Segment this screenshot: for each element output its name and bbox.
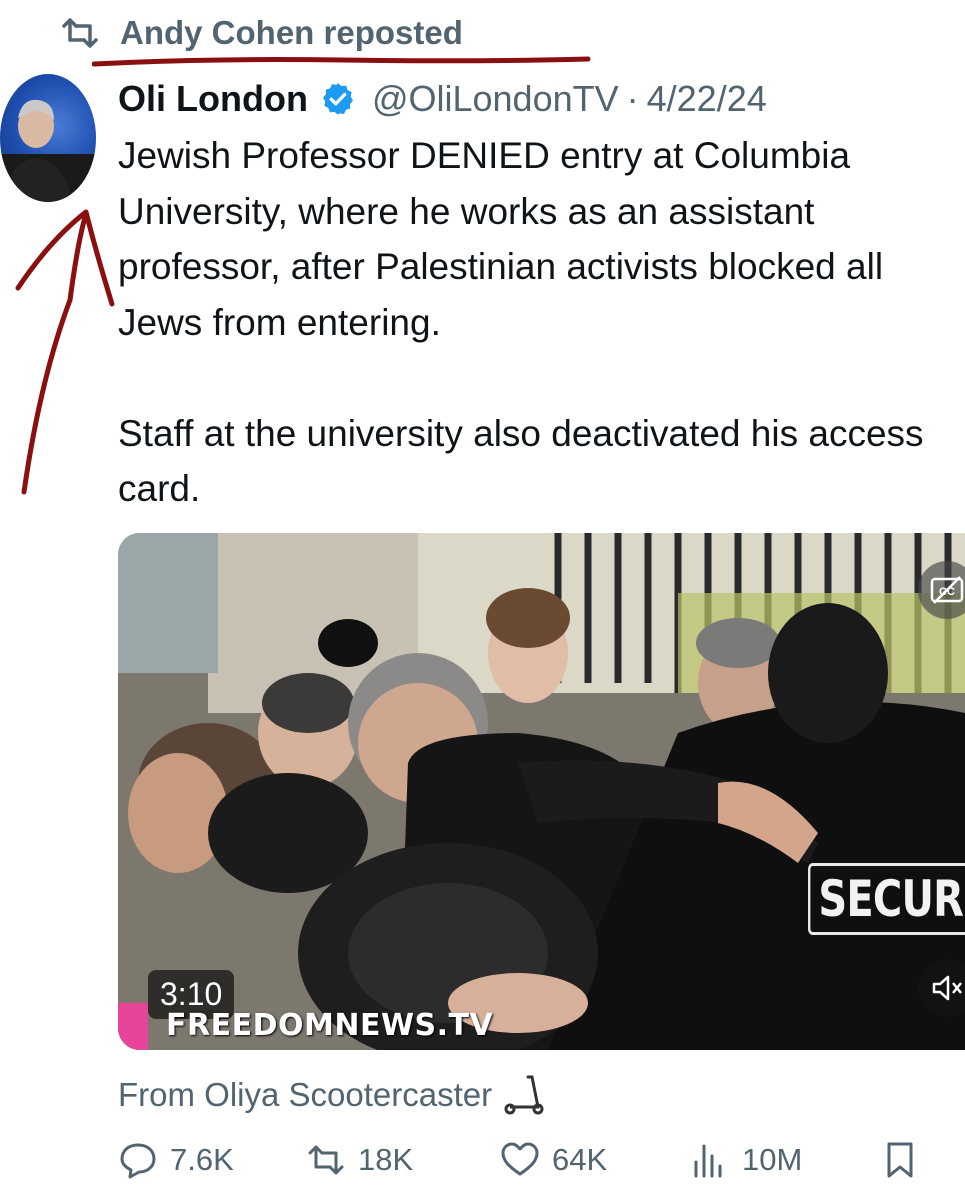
like-count: 64K: [552, 1142, 608, 1177]
views-button[interactable]: 10M: [690, 1140, 802, 1180]
verified-badge-icon: [322, 83, 353, 115]
views-icon: [694, 1144, 722, 1178]
repost-indicator[interactable]: Andy Cohen reposted: [58, 14, 463, 52]
author-avatar[interactable]: [0, 74, 96, 202]
repost-button[interactable]: 18K: [306, 1140, 413, 1180]
captions-icon: CC: [930, 576, 964, 604]
tweet-header: Oli London @OliLondonTV · 4/22/24: [118, 78, 767, 120]
reply-count: 7.6K: [170, 1142, 234, 1177]
video-player[interactable]: SECURIT 3:10 FREEDOMNEWS.TV CC: [118, 533, 965, 1050]
tweet-text: Jewish Professor DENIED entry at Columbi…: [118, 135, 924, 509]
bookmark-icon: [887, 1142, 913, 1178]
repost-icon: [308, 1145, 344, 1175]
heart-icon: [501, 1142, 539, 1176]
reply-icon: [120, 1143, 156, 1179]
bookmark-button[interactable]: [880, 1140, 920, 1180]
security-patch-text: SECURIT: [808, 863, 965, 935]
mute-icon: [932, 975, 962, 1001]
reply-button[interactable]: 7.6K: [118, 1140, 234, 1180]
red-arrow-annotation: [15, 209, 115, 495]
red-underline-annotation: [92, 56, 591, 67]
repost-icon: [62, 18, 98, 48]
watermark-accent: [118, 1003, 148, 1050]
scooter-icon: [504, 1075, 544, 1115]
views-count: 10M: [742, 1142, 803, 1177]
source-line: From Oliya Scootercaster: [118, 1073, 546, 1117]
like-button[interactable]: 64K: [500, 1140, 607, 1180]
video-watermark: FREEDOMNEWS.TV: [166, 1008, 494, 1043]
tweet-actions: 7.6K 18K 64K 10M: [118, 1140, 938, 1194]
repost-label: Andy Cohen reposted: [120, 14, 463, 51]
video-frame: [118, 533, 965, 1050]
avatar-image: [0, 99, 96, 202]
separator-dot: ·: [626, 78, 639, 119]
repost-count: 18K: [358, 1142, 414, 1177]
tweet-screen: Andy Cohen reposted Oli London @OliLondo…: [0, 0, 965, 1200]
author-name[interactable]: Oli London: [118, 78, 308, 120]
source-text: From Oliya Scootercaster: [118, 1076, 493, 1113]
tweet-date[interactable]: 4/22/24: [647, 78, 767, 120]
author-handle[interactable]: @OliLondonTV: [372, 78, 619, 120]
